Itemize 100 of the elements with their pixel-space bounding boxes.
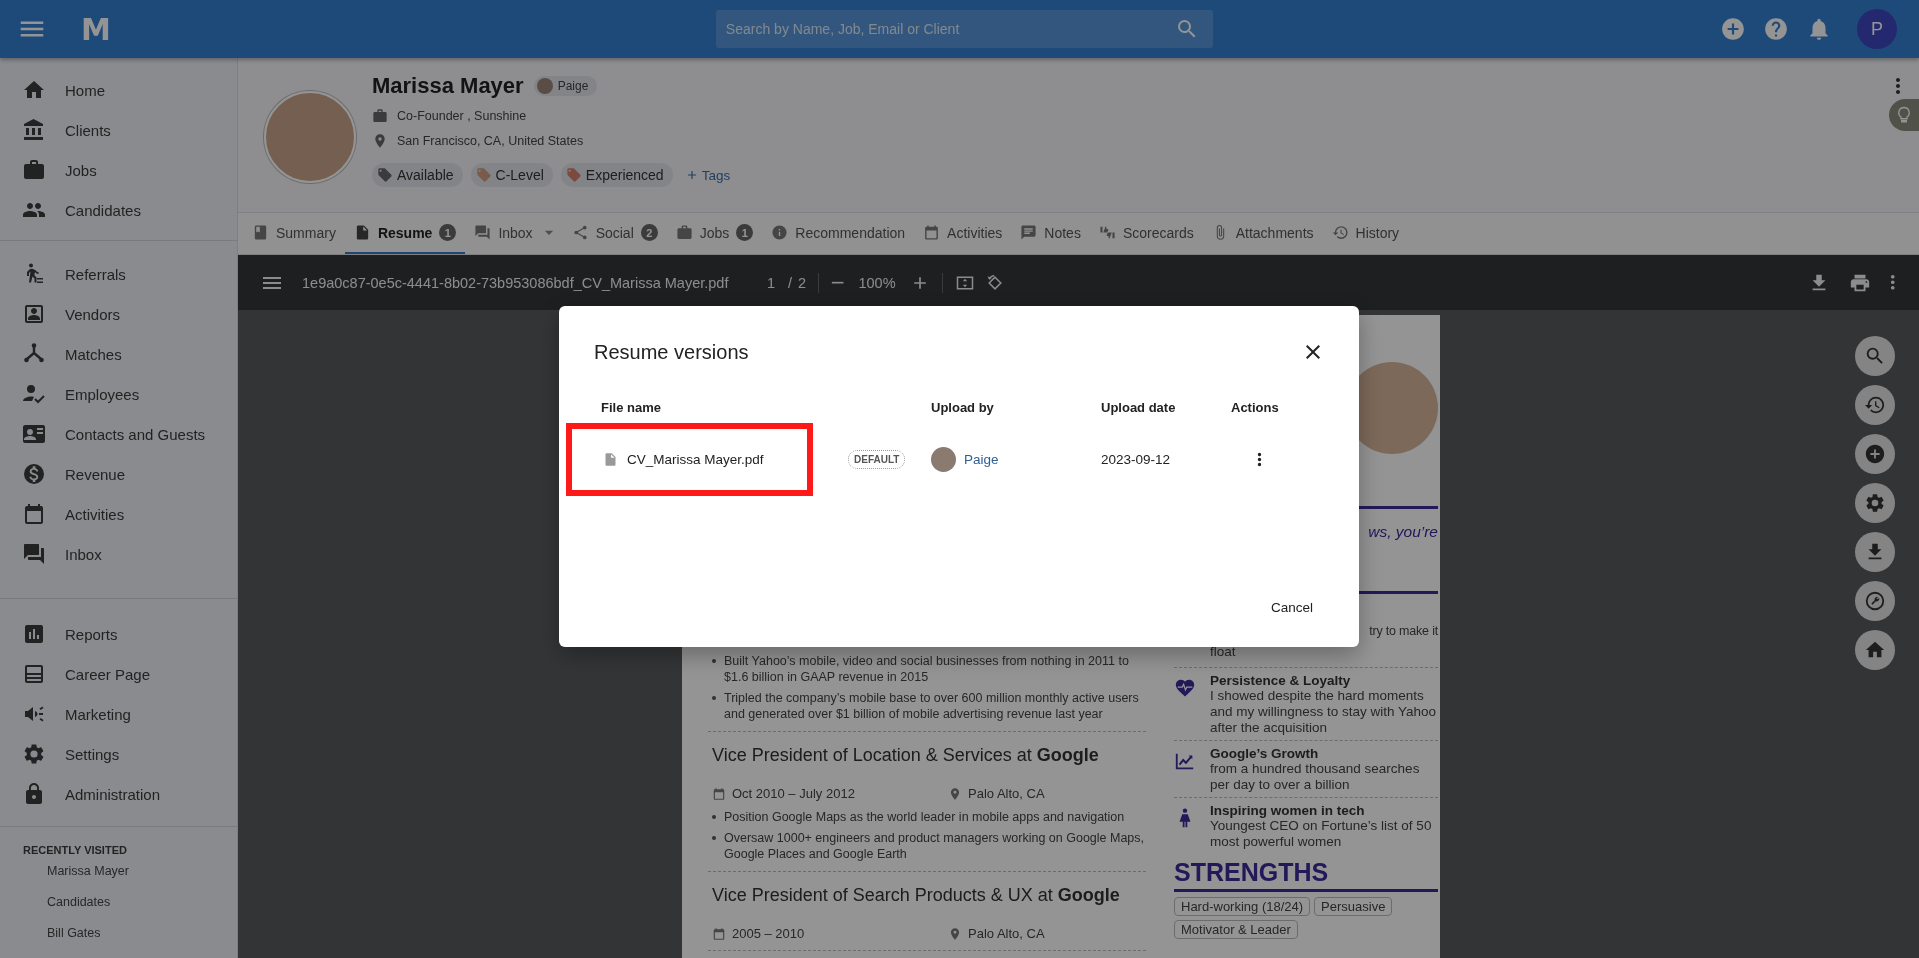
sidebar-item[interactable]: Candidates — [0, 190, 237, 230]
add-button[interactable] — [1720, 16, 1746, 42]
bullet-dot — [712, 696, 716, 700]
calendar-icon — [923, 224, 941, 241]
sidebar-item[interactable]: Clients — [0, 110, 237, 150]
chat-bubbles-icon — [474, 224, 492, 241]
tab[interactable]: Scorecards — [1089, 213, 1203, 254]
bullet-dot — [712, 659, 716, 663]
location-text: Palo Alto, CA — [968, 786, 1045, 801]
role-title: Vice President of Location & Services at Google — [712, 745, 1100, 766]
add-tags-link[interactable]: Tags — [680, 167, 735, 183]
column-header: Upload by — [931, 400, 995, 417]
person-check-icon — [22, 382, 46, 406]
sidebar-item[interactable]: Marketing — [0, 694, 237, 734]
sidebar-item[interactable]: Career Page — [0, 654, 237, 694]
tools-button[interactable] — [1855, 581, 1895, 621]
sidebar-item[interactable]: Jobs — [0, 150, 237, 190]
sidebar-item[interactable]: Matches — [0, 334, 237, 374]
sidebar-item[interactable]: Vendors — [0, 294, 237, 334]
zoom-out-button[interactable] — [831, 280, 845, 285]
achievement-text: try to make it — [1368, 624, 1438, 638]
sidebar-item[interactable]: Reports — [0, 614, 237, 654]
tab[interactable]: History — [1322, 213, 1409, 254]
location-pin-icon — [948, 926, 962, 941]
tips-button[interactable] — [1889, 99, 1919, 131]
user-avatar[interactable]: P — [1857, 9, 1897, 49]
recent-link[interactable]: Marissa Mayer — [0, 864, 237, 895]
sidebar-item[interactable]: Employees — [0, 374, 237, 414]
bullet-text: Position Google Maps as the world leader in mobile apps and navigation — [724, 809, 1125, 825]
uploader-link[interactable]: Paige — [964, 452, 999, 467]
page-layout-icon — [22, 662, 46, 686]
search-button[interactable] — [1855, 336, 1895, 376]
tab[interactable]: Jobs 1 — [666, 213, 763, 254]
sidebar-item[interactable]: Inbox — [0, 534, 237, 574]
achievement-text: Youngest CEO on Fortune’s list of 50 most powerful women — [1210, 818, 1433, 850]
strength-chip: Hard-working (18/24) — [1174, 897, 1311, 916]
tab[interactable]: Attachments — [1202, 213, 1323, 254]
bank-icon — [22, 118, 46, 142]
count-badge: 2 — [640, 224, 658, 241]
page-number-field[interactable]: 1 — [760, 274, 782, 291]
sidebar-item[interactable]: Contacts and Guests — [0, 414, 237, 454]
heart-icon — [1174, 677, 1196, 699]
more-icon — [1889, 274, 1895, 291]
strength-chip: Motivator & Leader — [1174, 920, 1298, 939]
sidebar-item[interactable]: Revenue — [0, 454, 237, 494]
wrench-icon — [1864, 590, 1886, 612]
candidate-name: Marissa Mayer — [372, 73, 524, 99]
share-icon — [571, 224, 589, 241]
sidebar-item[interactable]: Home — [0, 70, 237, 110]
sidebar-item[interactable]: Referrals — [0, 254, 237, 294]
download-button[interactable] — [1855, 532, 1895, 572]
column-header: Upload date — [1101, 400, 1177, 417]
tab[interactable]: Social 2 — [562, 213, 667, 254]
add-button[interactable] — [1855, 434, 1895, 474]
settings-button[interactable] — [1855, 483, 1895, 523]
home-button[interactable] — [1855, 630, 1895, 670]
section-heading: STRENGTHS — [1174, 858, 1438, 892]
tag-chip[interactable]: C-Level — [470, 163, 553, 187]
help-button[interactable] — [1763, 16, 1789, 42]
cancel-button[interactable]: Cancel — [1254, 589, 1329, 626]
avatar-circle — [536, 78, 553, 94]
recent-link[interactable]: Candidates — [0, 895, 237, 926]
contact-card-icon — [22, 422, 46, 446]
more-button[interactable] — [1257, 452, 1262, 467]
tag-chip[interactable]: Experienced — [560, 163, 673, 187]
thumbs-icon — [1098, 224, 1116, 241]
tag-chip[interactable]: Available — [372, 163, 463, 187]
achievement-title: Google’s Growth — [1210, 746, 1320, 761]
owner-chip[interactable]: Paige — [533, 76, 598, 96]
tab[interactable]: Activities — [914, 213, 1012, 254]
achievement-title: Inspiring women in tech — [1210, 803, 1366, 818]
briefcase-icon — [675, 224, 693, 241]
briefcase-icon — [22, 158, 46, 182]
add-icon — [1720, 16, 1746, 42]
sidebar-item[interactable]: Settings — [0, 734, 237, 774]
tab[interactable]: Recommendation — [762, 213, 915, 254]
calendar-icon — [712, 926, 726, 941]
recent-link[interactable]: Bill Gates — [0, 926, 237, 957]
achievement-title: Persistence & Loyalty — [1210, 673, 1352, 688]
zoom-level: 100% — [858, 274, 896, 291]
book-icon — [252, 224, 269, 241]
date-range: Oct 2010 – July 2012 — [732, 786, 855, 801]
page-count: 2 — [798, 274, 807, 291]
bar-chart-icon — [22, 622, 46, 646]
sidebar-item[interactable]: Administration — [0, 774, 237, 814]
strength-chip: Persuasive — [1314, 897, 1393, 916]
avatar-circle — [931, 447, 956, 472]
tab[interactable]: Summary — [243, 213, 345, 254]
date-range: 2005 – 2010 — [732, 926, 805, 941]
bullet-dot — [712, 836, 716, 840]
info-icon — [771, 224, 789, 241]
file-name[interactable]: CV_Marissa Mayer.pdf — [627, 452, 764, 467]
sidebar-item[interactable]: Activities — [0, 494, 237, 534]
upload-date: 2023-09-12 — [1101, 452, 1171, 467]
tab[interactable]: Inbox — [465, 213, 563, 254]
column-header: Actions — [1231, 400, 1280, 417]
contact-card-icon — [22, 302, 46, 326]
tab[interactable]: Notes — [1011, 213, 1090, 254]
bullet-dot — [712, 815, 716, 819]
history-button[interactable] — [1855, 385, 1895, 425]
